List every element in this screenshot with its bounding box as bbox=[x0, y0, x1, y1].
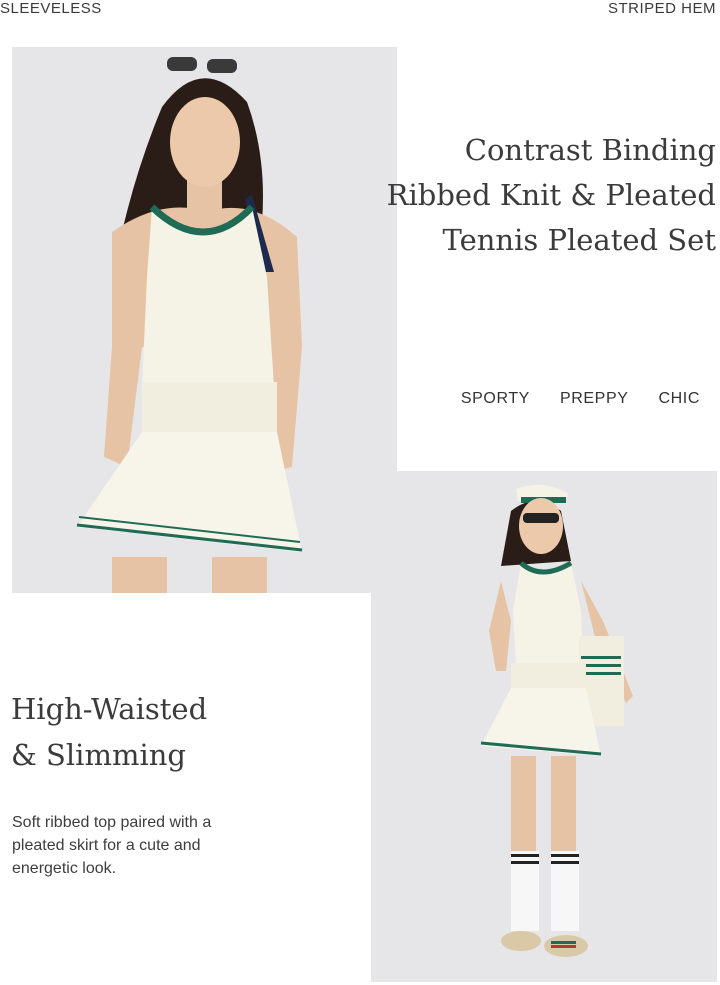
style-tags: SPORTY PREPPY CHIC bbox=[461, 390, 700, 408]
model-illustration-2 bbox=[371, 471, 717, 982]
striped-hem-label: STRIPED HEM bbox=[607, 0, 716, 17]
feature-description: Soft ribbed top paired with a pleated sk… bbox=[12, 814, 212, 877]
feature-title-line-2: & Slimming bbox=[11, 738, 186, 772]
tag-preppy: PREPPY bbox=[559, 390, 629, 407]
product-title-line-1: Contrast Binding bbox=[464, 133, 716, 167]
sleeveless-label: SLEEVELESS bbox=[0, 0, 102, 17]
product-photo-full bbox=[371, 471, 717, 982]
product-title: Contrast Binding Ribbed Knit & Pleated T… bbox=[386, 128, 716, 263]
tag-sporty: SPORTY bbox=[460, 390, 530, 407]
feature-title-line-1: High-Waisted bbox=[11, 692, 208, 726]
tag-chic: CHIC bbox=[658, 390, 700, 407]
product-title-line-2: Ribbed Knit & Pleated bbox=[386, 178, 716, 212]
model-illustration-1 bbox=[12, 47, 397, 593]
product-title-line-3: Tennis Pleated Set bbox=[442, 223, 716, 257]
feature-title: High-Waisted & Slimming bbox=[11, 686, 207, 778]
product-photo-front bbox=[12, 47, 397, 593]
